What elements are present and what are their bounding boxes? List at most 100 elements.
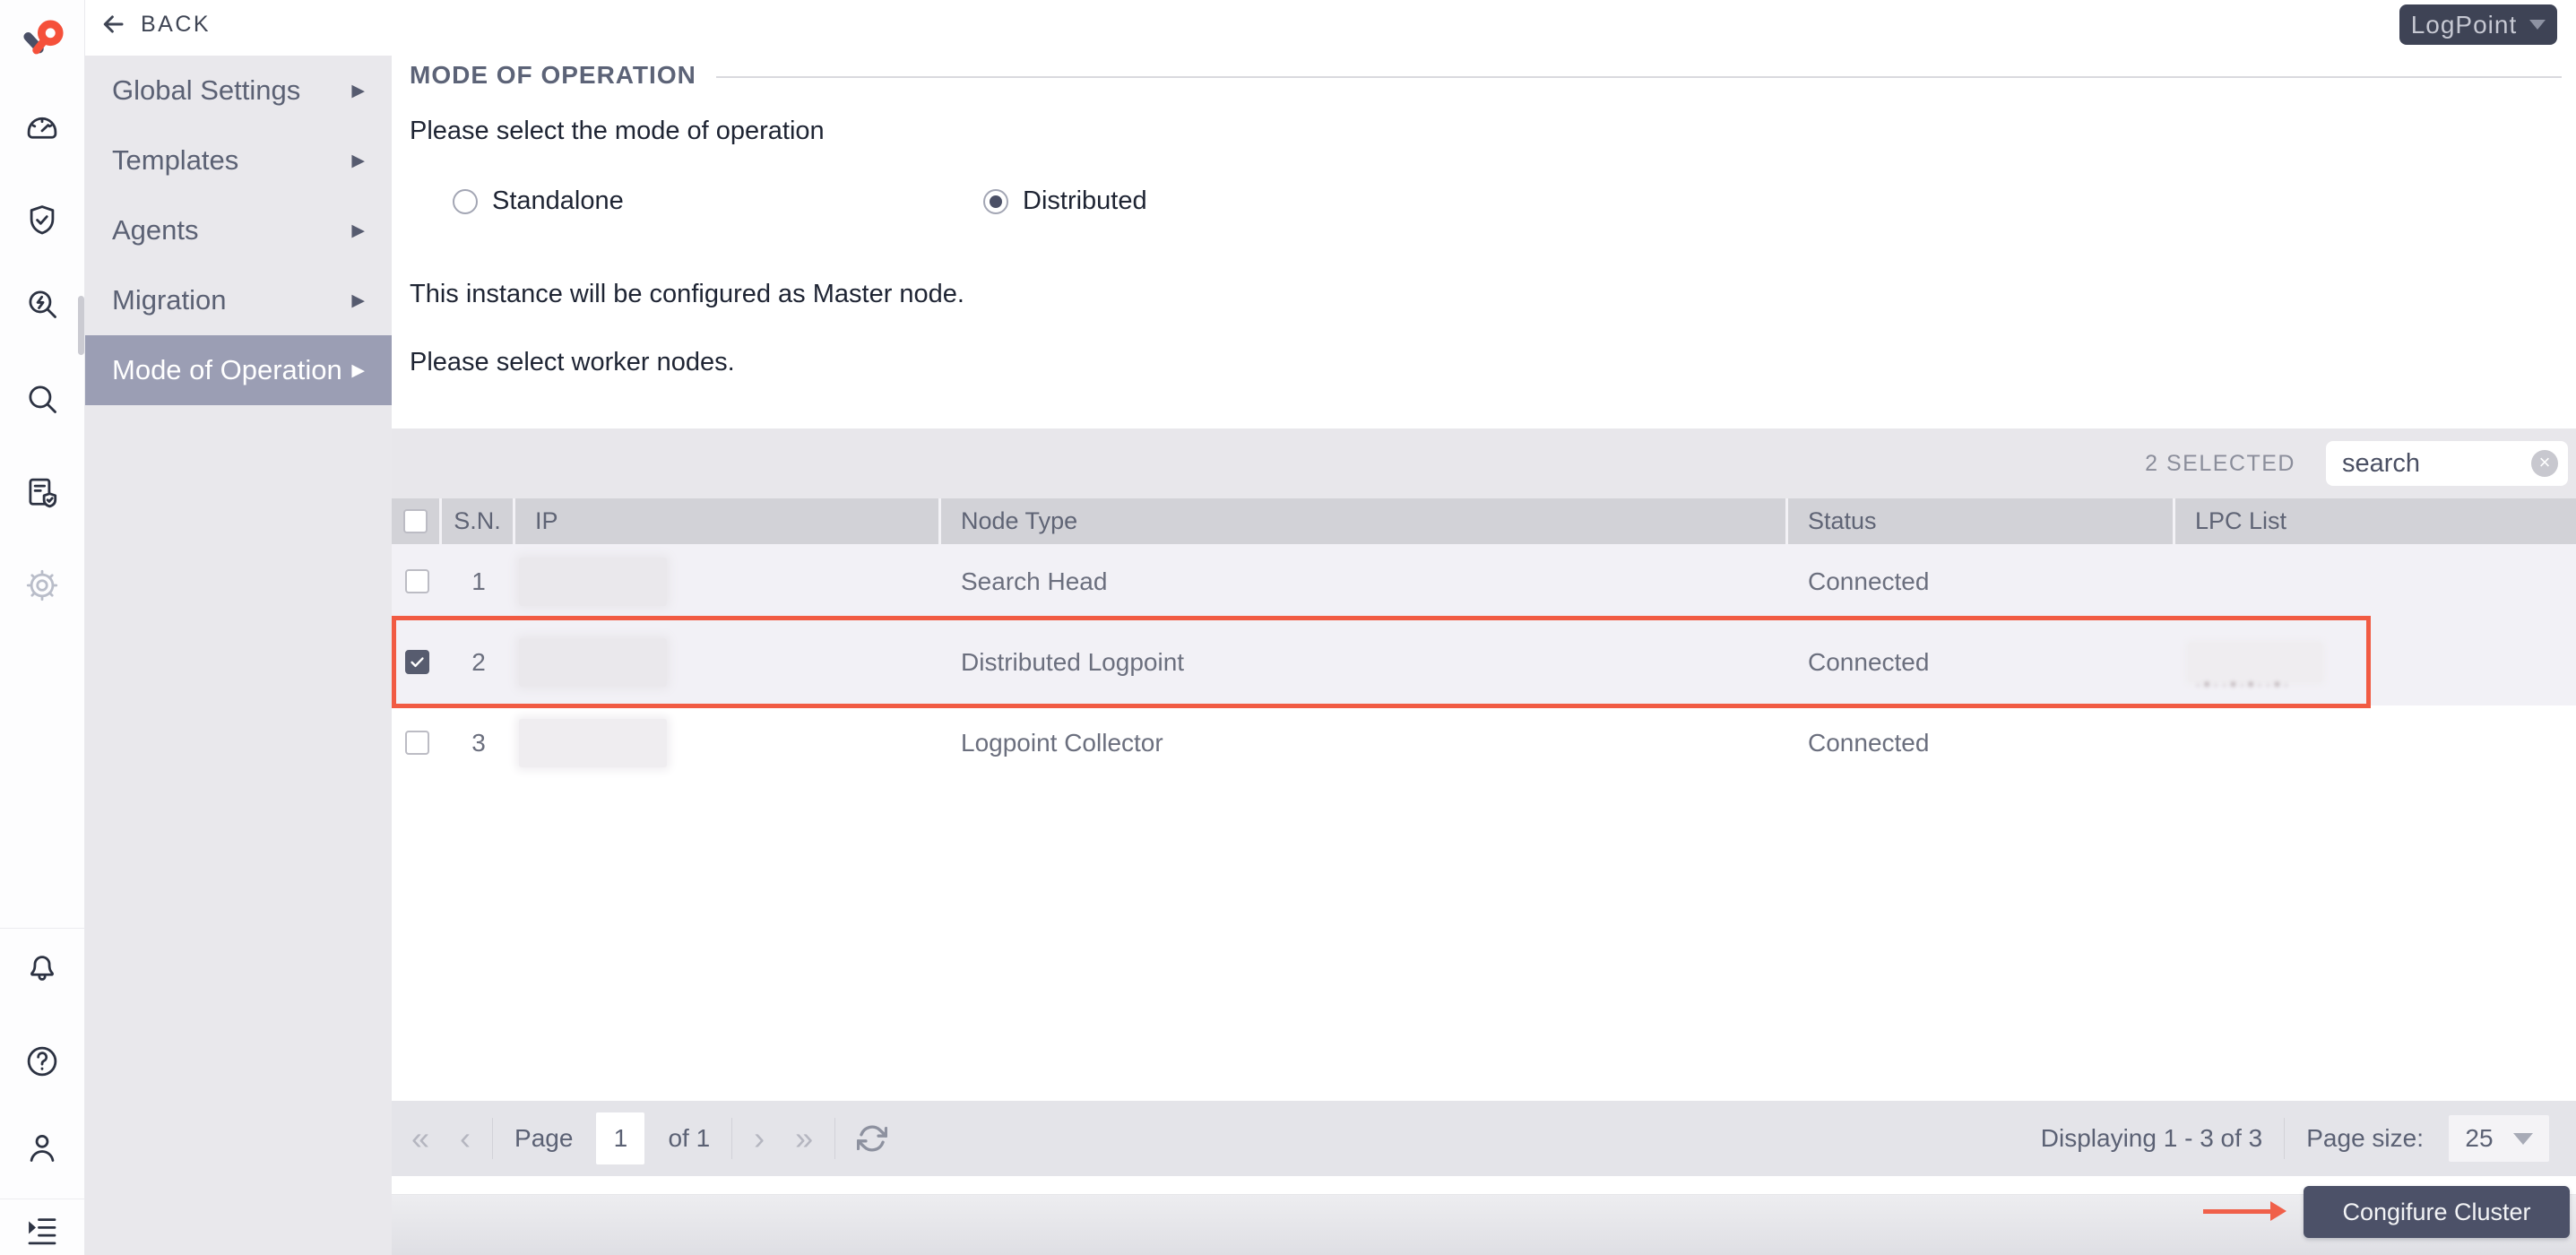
table-header: S.N. IP Node Type Status LPC List — [392, 498, 2576, 544]
sidebar-item-label: Agents — [112, 214, 199, 247]
page-of-label: of 1 — [668, 1124, 710, 1153]
cell-sn: 3 — [442, 729, 515, 757]
header-cell-lpc-list: LPC List — [2175, 498, 2576, 544]
last-page-button[interactable]: » — [795, 1122, 813, 1155]
clear-search-icon[interactable]: × — [2531, 450, 2558, 477]
divider — [492, 1118, 493, 1159]
cell-ip-redacted — [515, 558, 941, 606]
radio-circle — [983, 189, 1008, 214]
chevron-right-icon: ▶ — [351, 290, 365, 311]
search-box: × — [2326, 441, 2568, 486]
table-body: 1 Search Head Connected 2 Distributed Lo… — [392, 544, 2576, 780]
radio-label: Distributed — [1023, 186, 1147, 216]
radio-standalone[interactable]: Standalone — [453, 186, 624, 216]
scrollbar-thumb[interactable] — [78, 296, 84, 355]
sidebar-item-templates[interactable]: Templates ▶ — [85, 126, 392, 195]
previous-page-button[interactable]: ‹ — [460, 1122, 471, 1155]
sidebar-item-label: Global Settings — [112, 74, 300, 107]
sidebar-item-agents[interactable]: Agents ▶ — [85, 195, 392, 265]
page-size-value: 25 — [2465, 1124, 2493, 1153]
arrow-left-icon — [99, 11, 126, 38]
redacted-ip — [519, 558, 667, 606]
user-icon[interactable] — [22, 1127, 63, 1168]
collapse-menu-icon[interactable] — [22, 1209, 63, 1251]
radio-selected-dot — [990, 195, 1002, 208]
radio-distributed[interactable]: Distributed — [983, 186, 1147, 216]
redacted-ip — [519, 719, 667, 767]
refresh-icon[interactable] — [857, 1123, 887, 1154]
main-content: MODE OF OPERATION Please select the mode… — [392, 0, 2576, 1255]
sidebar-item-label: Templates — [112, 144, 238, 177]
chevron-right-icon: ▶ — [351, 221, 365, 241]
back-button[interactable]: BACK — [99, 11, 211, 38]
divider — [834, 1118, 835, 1159]
settings-gear-icon[interactable] — [22, 565, 63, 606]
search-icon[interactable] — [22, 378, 63, 420]
account-dropdown[interactable]: LogPoint — [2399, 4, 2557, 45]
cell-node-type: Search Head — [941, 567, 1788, 596]
table-row[interactable]: 1 Search Head Connected — [392, 544, 2576, 619]
notifications-bell-icon[interactable] — [22, 949, 63, 991]
selected-count-badge: 2 SELECTED — [2145, 451, 2295, 477]
sidebar-item-migration[interactable]: Migration ▶ — [85, 265, 392, 335]
pagination-bar: « ‹ Page of 1 › » Displaying 1 - 3 of 3 … — [392, 1101, 2576, 1176]
sidebar-item-global-settings[interactable]: Global Settings ▶ — [85, 56, 392, 126]
back-label: BACK — [141, 12, 211, 38]
logpoint-logo — [20, 13, 68, 63]
displaying-text: Displaying 1 - 3 of 3 — [2041, 1124, 2262, 1153]
table-row[interactable]: 3 Logpoint Collector Connected — [392, 705, 2576, 780]
dashboard-gauge-icon[interactable] — [22, 106, 63, 147]
report-shield-icon[interactable] — [22, 472, 63, 514]
header-cell-node-type: Node Type — [941, 498, 1788, 544]
icon-rail — [0, 0, 85, 1255]
top-bar: BACK LogPoint — [85, 0, 2576, 56]
worker-note-text: Please select worker nodes. — [410, 348, 735, 377]
section-heading-row: MODE OF OPERATION — [410, 61, 2562, 90]
row-checkbox[interactable] — [405, 650, 429, 674]
next-page-button[interactable]: › — [754, 1122, 765, 1155]
cell-status: Connected — [1788, 729, 2175, 757]
master-note-text: This instance will be configured as Mast… — [410, 280, 964, 309]
threat-search-icon[interactable] — [22, 283, 63, 325]
table-toolbar: 2 SELECTED × — [392, 428, 2576, 498]
chevron-right-icon: ▶ — [351, 151, 365, 171]
first-page-button[interactable]: « — [411, 1122, 429, 1155]
page-size-label: Page size: — [2306, 1124, 2424, 1153]
heading-rule — [716, 76, 2562, 78]
page-title: MODE OF OPERATION — [410, 61, 696, 90]
chevron-down-icon — [2529, 20, 2546, 30]
cell-sn: 1 — [442, 567, 515, 596]
annotation-arrow — [2203, 1209, 2271, 1214]
cell-status: Connected — [1788, 567, 2175, 596]
table-row[interactable]: 2 Distributed Logpoint Connected ·•··•·•… — [392, 619, 2576, 705]
header-cell-status: Status — [1788, 498, 2175, 544]
redacted-lpc: ·•··•·•··•· — [2188, 643, 2576, 682]
page-size-select[interactable]: 25 — [2449, 1115, 2549, 1162]
header-cell-sn: S.N. — [442, 498, 515, 544]
sidebar-item-label: Mode of Operation — [112, 354, 342, 386]
intro-text: Please select the mode of operation — [410, 117, 825, 146]
configure-cluster-button[interactable]: Congifure Cluster — [2304, 1186, 2570, 1238]
row-checkbox[interactable] — [405, 731, 429, 755]
page-label: Page — [514, 1124, 573, 1153]
page-input[interactable] — [596, 1112, 644, 1164]
row-checkbox[interactable] — [405, 569, 429, 593]
help-circle-icon[interactable] — [22, 1041, 63, 1082]
divider — [731, 1118, 732, 1159]
select-all-checkbox[interactable] — [403, 509, 428, 533]
account-label: LogPoint — [2411, 11, 2518, 39]
sidebar-item-label: Migration — [112, 284, 227, 316]
cell-sn: 2 — [442, 648, 515, 677]
shield-check-icon[interactable] — [22, 200, 63, 241]
sidebar-item-mode-of-operation[interactable]: Mode of Operation ▶ — [85, 335, 392, 405]
chevron-right-icon: ▶ — [351, 81, 365, 101]
mode-radio-group: Standalone Distributed — [392, 186, 2576, 219]
chevron-down-icon — [2513, 1133, 2533, 1145]
cell-node-type: Logpoint Collector — [941, 729, 1788, 757]
cell-lpc: ·•··•·•··•· — [2175, 643, 2576, 682]
rail-divider — [0, 928, 84, 929]
settings-sidebar: Global Settings ▶ Templates ▶ Agents ▶ M… — [85, 56, 392, 1255]
divider — [2284, 1118, 2285, 1159]
chevron-right-icon: ▶ — [351, 360, 365, 381]
redacted-ip — [519, 638, 667, 687]
